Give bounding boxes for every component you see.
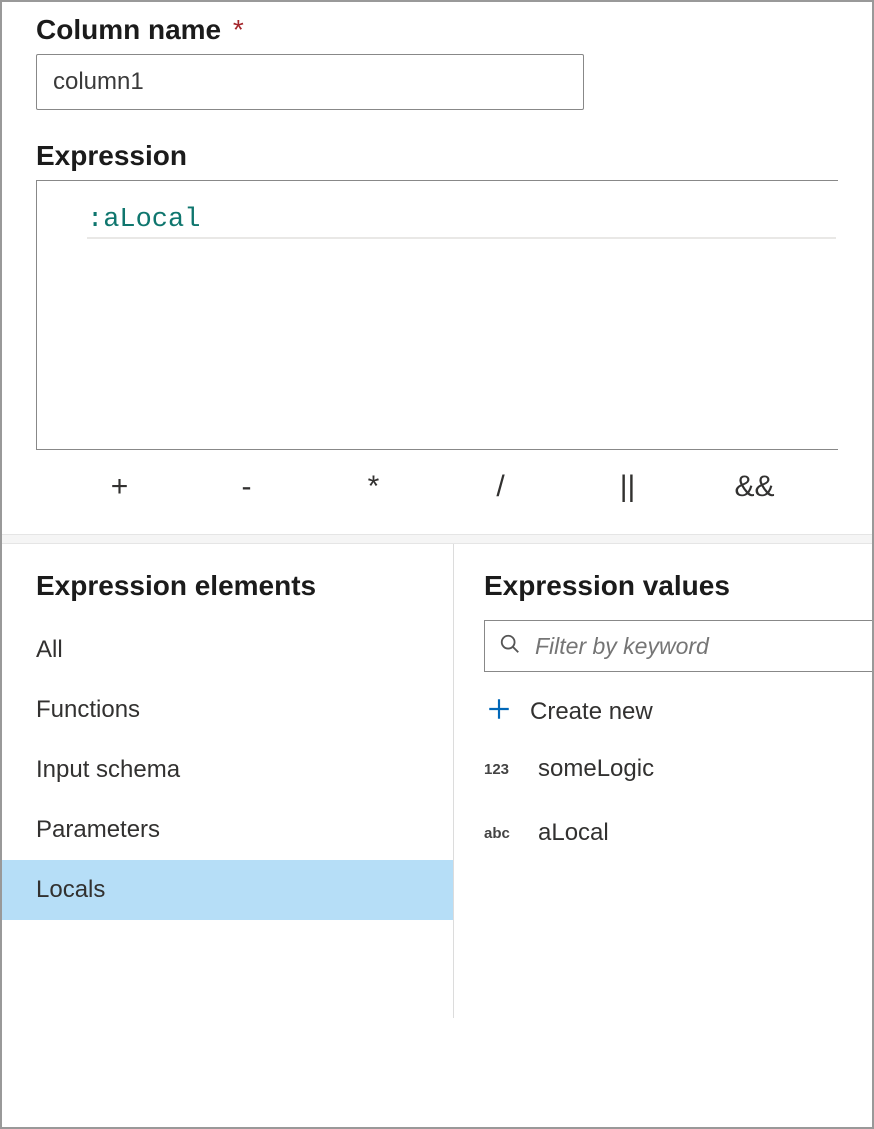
type-badge-number: 123	[484, 761, 518, 778]
expression-builder-panel: Column name * Expression :aLocal + - * /…	[0, 0, 874, 1129]
column-name-label-text: Column name	[36, 14, 221, 45]
category-all[interactable]: All	[2, 620, 453, 680]
values-search-input[interactable]	[533, 632, 858, 661]
operator-or[interactable]: ||	[564, 470, 691, 504]
create-new-label: Create new	[530, 698, 653, 726]
expression-content[interactable]: :aLocal	[87, 205, 836, 239]
plus-icon	[486, 696, 512, 727]
operator-toolbar: + - * / || &&	[36, 450, 838, 534]
type-badge-string: abc	[484, 825, 518, 842]
column-name-label: Column name *	[36, 14, 838, 46]
operator-and[interactable]: &&	[691, 470, 818, 504]
search-icon	[499, 633, 521, 660]
operator-divide[interactable]: /	[437, 470, 564, 504]
section-divider	[2, 534, 872, 544]
expression-label: Expression	[36, 140, 838, 172]
category-parameters[interactable]: Parameters	[2, 800, 453, 860]
operator-multiply[interactable]: *	[310, 470, 437, 504]
create-new-button[interactable]: Create new	[484, 672, 872, 737]
category-locals[interactable]: Locals	[2, 860, 453, 920]
operator-plus[interactable]: +	[56, 470, 183, 504]
elements-panel-title: Expression elements	[2, 570, 453, 620]
expression-editor[interactable]: :aLocal	[36, 180, 838, 450]
required-asterisk: *	[233, 14, 244, 45]
value-item-somelogic[interactable]: 123 someLogic	[484, 737, 872, 801]
values-search-box[interactable]	[484, 620, 872, 672]
values-panel-title: Expression values	[484, 570, 872, 620]
operator-minus[interactable]: -	[183, 470, 310, 504]
value-label: someLogic	[538, 755, 654, 783]
column-name-input[interactable]	[36, 54, 584, 110]
category-input-schema[interactable]: Input schema	[2, 740, 453, 800]
value-label: aLocal	[538, 819, 609, 847]
category-functions[interactable]: Functions	[2, 680, 453, 740]
expression-elements-panel: Expression elements All Functions Input …	[2, 544, 454, 1018]
value-item-alocal[interactable]: abc aLocal	[484, 801, 872, 865]
upper-section: Column name * Expression :aLocal + - * /…	[2, 2, 872, 534]
lower-section: Expression elements All Functions Input …	[2, 544, 872, 1018]
expression-values-panel: Expression values Create new 123 someLog…	[454, 544, 872, 1018]
